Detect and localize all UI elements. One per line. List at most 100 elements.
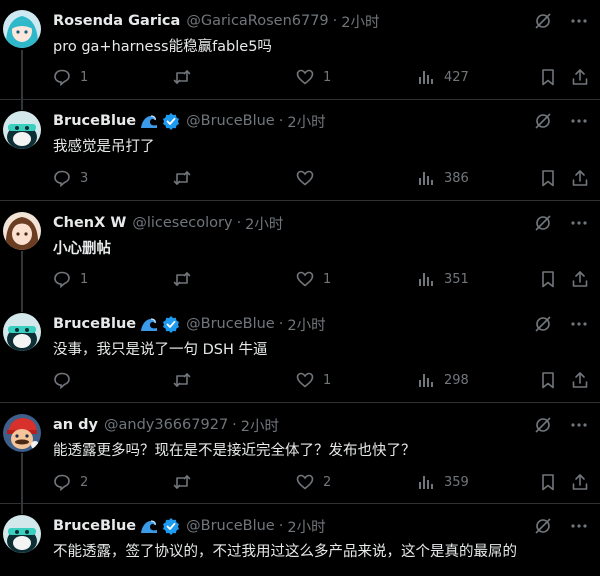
verified-badge-icon[interactable] [162, 315, 180, 333]
share-icon [571, 68, 589, 86]
reply-count: 1 [80, 69, 89, 85]
timestamp[interactable]: 2小时 [287, 111, 325, 132]
bookmark-button[interactable] [539, 168, 557, 188]
tweet-header: an dy @andy36667927 · 2小时 [53, 415, 279, 435]
more-icon[interactable] [570, 214, 588, 232]
tweet-2[interactable]: ChenX W @licesecolory · 2小时 小心删帖 1 1 351 [0, 201, 600, 302]
action-bar: 1 298 [53, 370, 593, 390]
avatar[interactable] [3, 212, 41, 250]
tweet-text: pro ga+harness能稳赢fable5吗 [53, 39, 272, 55]
display-name[interactable]: Rosenda Garica [53, 13, 180, 29]
bookmark-button[interactable] [539, 370, 557, 390]
share-button[interactable] [571, 168, 589, 188]
like-button[interactable] [296, 168, 323, 188]
views-button[interactable]: 427 [417, 67, 469, 87]
grok-icon[interactable] [534, 416, 552, 434]
grok-icon[interactable] [534, 214, 552, 232]
avatar[interactable] [3, 515, 41, 553]
tweet-3[interactable]: BruceBlue @BruceBlue · 2小时 没事，我只是说了一句 DS… [0, 302, 600, 403]
analytics-icon [417, 68, 435, 86]
share-button[interactable] [571, 472, 589, 492]
user-handle[interactable]: @licesecolory [132, 215, 232, 231]
tweet-corner-icons [534, 314, 588, 334]
tweet-text: 我感觉是吊打了 [53, 139, 155, 155]
tweet-4[interactable]: an dy @andy36667927 · 2小时 能透露更多吗？现在是不是接近… [0, 403, 600, 504]
verified-badge-icon[interactable] [162, 517, 180, 535]
grok-icon[interactable] [534, 315, 552, 333]
display-name[interactable]: an dy [53, 417, 98, 433]
timestamp[interactable]: 2小时 [287, 314, 325, 335]
separator-dot: · [236, 215, 242, 231]
bookmark-button[interactable] [539, 472, 557, 492]
view-count: 386 [444, 170, 469, 186]
grok-icon[interactable] [534, 517, 552, 535]
views-button[interactable]: 359 [417, 472, 469, 492]
views-button[interactable]: 386 [417, 168, 469, 188]
like-button[interactable]: 1 [296, 67, 331, 87]
like-button[interactable]: 2 [296, 472, 331, 492]
more-icon[interactable] [570, 517, 588, 535]
share-button[interactable] [571, 269, 589, 289]
heart-icon [296, 473, 314, 491]
bookmark-button[interactable] [539, 67, 557, 87]
user-handle[interactable]: @BruceBlue [186, 316, 275, 332]
user-handle[interactable]: @andy36667927 [104, 417, 228, 433]
timestamp[interactable]: 2小时 [341, 11, 379, 32]
avatar[interactable] [3, 111, 41, 149]
retweet-button[interactable] [173, 370, 200, 390]
timestamp[interactable]: 2小时 [241, 415, 279, 436]
views-button[interactable]: 351 [417, 269, 469, 289]
bookmark-icon [539, 473, 557, 491]
display-name[interactable]: BruceBlue [53, 316, 136, 332]
thread-line [21, 251, 23, 302]
reply-icon [53, 68, 71, 86]
share-button[interactable] [571, 67, 589, 87]
tweet-corner-icons [534, 11, 588, 31]
reply-button[interactable]: 3 [53, 168, 88, 188]
display-name[interactable]: BruceBlue [53, 518, 136, 534]
like-button[interactable]: 1 [296, 370, 331, 390]
reply-button[interactable]: 2 [53, 472, 88, 492]
separator-dot: · [278, 316, 284, 332]
more-icon[interactable] [570, 416, 588, 434]
bookmark-icon [539, 169, 557, 187]
bookmark-button[interactable] [539, 269, 557, 289]
verified-badge-icon[interactable] [162, 112, 180, 130]
display-name[interactable]: ChenX W [53, 215, 126, 231]
share-button[interactable] [571, 370, 589, 390]
tweet-1[interactable]: BruceBlue @BruceBlue · 2小时 我感觉是吊打了 3 386 [0, 100, 600, 201]
more-icon[interactable] [570, 112, 588, 130]
retweet-button[interactable] [173, 269, 200, 289]
display-name[interactable]: BruceBlue [53, 113, 136, 129]
user-handle[interactable]: @BruceBlue [186, 518, 275, 534]
user-handle[interactable]: @BruceBlue [186, 113, 275, 129]
more-icon[interactable] [570, 12, 588, 30]
retweet-button[interactable] [173, 67, 200, 87]
retweet-button[interactable] [173, 168, 200, 188]
timestamp[interactable]: 2小时 [245, 213, 283, 234]
avatar[interactable] [3, 313, 41, 351]
reply-button[interactable]: 1 [53, 269, 88, 289]
grok-icon[interactable] [534, 12, 552, 30]
views-button[interactable]: 298 [417, 370, 469, 390]
like-count: 1 [323, 69, 332, 85]
thread-line [21, 100, 23, 110]
reply-button[interactable]: 1 [53, 67, 88, 87]
retweet-icon [173, 68, 191, 86]
like-button[interactable]: 1 [296, 269, 331, 289]
tweet-0[interactable]: Rosenda Garica @GaricaRosen6779 · 2小时 pr… [0, 0, 600, 100]
reply-button[interactable] [53, 370, 80, 390]
separator-dot: · [332, 13, 338, 29]
thread-line [21, 504, 23, 514]
avatar[interactable] [3, 414, 41, 452]
heart-icon [296, 371, 314, 389]
user-handle[interactable]: @GaricaRosen6779 [186, 13, 328, 29]
retweet-button[interactable] [173, 472, 200, 492]
avatar[interactable] [3, 10, 41, 48]
timestamp[interactable]: 2小时 [287, 516, 325, 537]
grok-icon[interactable] [534, 112, 552, 130]
more-icon[interactable] [570, 315, 588, 333]
tweet-header: BruceBlue @BruceBlue · 2小时 [53, 314, 326, 334]
action-bar: 1 1 351 [53, 269, 593, 289]
tweet-5[interactable]: BruceBlue @BruceBlue · 2小时 不能透露，签了协议的，不过… [0, 504, 600, 576]
